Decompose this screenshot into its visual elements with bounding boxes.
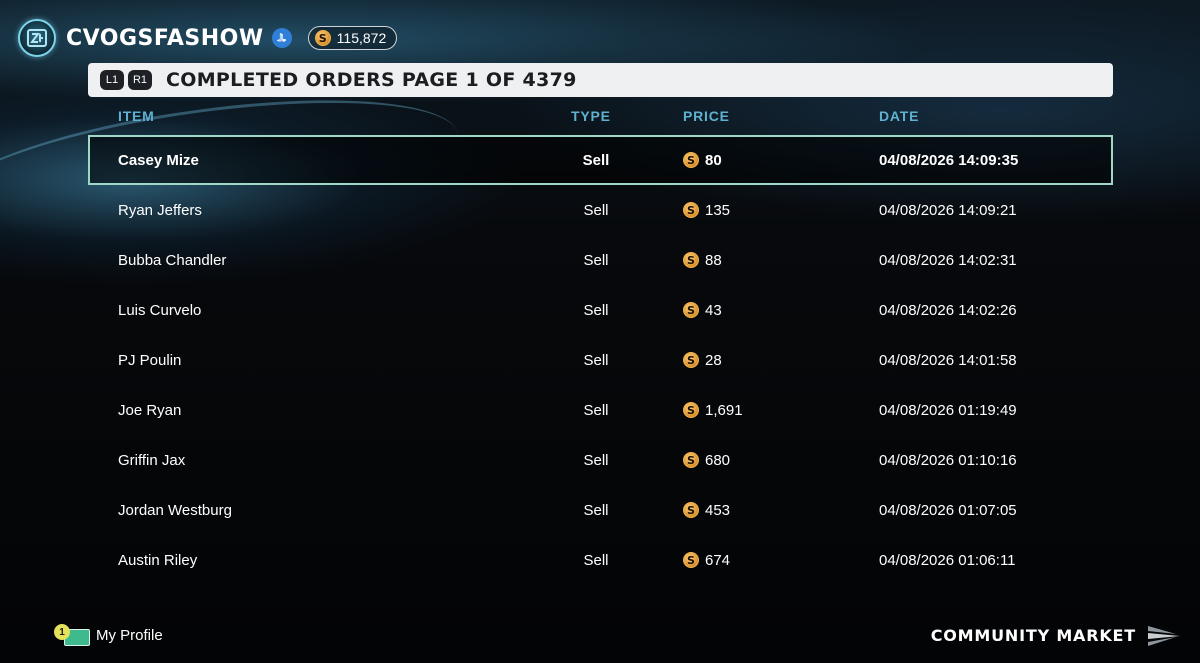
username: CVOGSFASHOW xyxy=(66,25,264,51)
community-market-header: COMMUNITY MARKET xyxy=(931,618,1182,652)
market-arrow-icon xyxy=(1148,626,1180,646)
row-price: S 135 xyxy=(683,185,730,235)
table-row[interactable]: Ryan Jeffers Sell S 135 04/08/2026 14:09:… xyxy=(88,185,1113,235)
row-item-name: Casey Mize xyxy=(118,151,199,169)
row-price: S 43 xyxy=(683,285,722,335)
title-bar: L1 R1 COMPLETED ORDERS PAGE 1 OF 4379 xyxy=(88,63,1113,97)
stubs-coin-icon: S xyxy=(683,502,699,518)
row-item-name: Bubba Chandler xyxy=(118,251,227,269)
row-price-value: 80 xyxy=(705,151,722,169)
row-order-type: Sell xyxy=(583,551,609,569)
row-order-type: Sell xyxy=(583,501,609,519)
row-date: 04/08/2026 14:02:26 xyxy=(879,301,1017,319)
row-order-type: Sell xyxy=(583,301,609,319)
row-date: 04/08/2026 01:10:16 xyxy=(879,451,1017,469)
table-row[interactable]: Griffin Jax Sell S 680 04/08/2026 01:10:1… xyxy=(88,435,1113,485)
l1-button[interactable]: L1 xyxy=(100,70,124,90)
row-order-type: Sell xyxy=(583,401,609,419)
stubs-coin-icon: S xyxy=(683,302,699,318)
row-order-type: Sell xyxy=(583,251,609,269)
row-price: S 88 xyxy=(683,235,722,285)
row-price-value: 28 xyxy=(705,351,722,369)
row-order-type: Sell xyxy=(582,151,610,169)
row-item-name: Griffin Jax xyxy=(118,451,186,469)
row-price-value: 88 xyxy=(705,251,722,269)
profile-card-icon: 1 xyxy=(54,624,90,646)
table-row[interactable]: Jordan Westburg Sell S 453 04/08/2026 01:… xyxy=(88,485,1113,535)
row-date: 04/08/2026 14:01:58 xyxy=(879,351,1017,369)
stubs-coin-icon: S xyxy=(683,402,699,418)
row-date: 04/08/2026 14:09:21 xyxy=(879,201,1017,219)
row-price-value: 680 xyxy=(705,451,731,469)
column-header-item: ITEM xyxy=(118,108,155,124)
header: CVOGSFASHOW S 115,872 xyxy=(18,18,398,58)
community-market-label: COMMUNITY MARKET xyxy=(930,625,1136,645)
row-price: S 28 xyxy=(683,335,722,385)
page-title: COMPLETED ORDERS PAGE 1 OF 4379 xyxy=(166,69,577,91)
profile-badge: 1 xyxy=(54,624,70,640)
stubs-coin-icon: S xyxy=(683,352,699,368)
column-header-price: PRICE xyxy=(683,108,730,124)
row-item-name: Luis Curvelo xyxy=(118,301,202,319)
row-price: S 1,691 xyxy=(683,385,743,435)
row-date: 04/08/2026 01:19:49 xyxy=(879,401,1017,419)
column-header-date: DATE xyxy=(879,108,920,124)
table-row[interactable]: Joe Ryan Sell S 1,691 04/08/2026 01:19:49 xyxy=(88,385,1113,435)
row-order-type: Sell xyxy=(583,201,609,219)
row-price-value: 453 xyxy=(705,501,731,519)
stubs-coin-icon: S xyxy=(314,30,331,46)
row-price: S 680 xyxy=(683,435,730,485)
row-item-name: PJ Poulin xyxy=(118,351,182,369)
stubs-coin-icon: S xyxy=(683,202,699,218)
stubs-coin-icon: S xyxy=(683,252,699,268)
table-row[interactable]: PJ Poulin Sell S 28 04/08/2026 14:01:58 xyxy=(88,335,1113,385)
row-item-name: Austin Riley xyxy=(118,551,198,569)
column-header-type: TYPE xyxy=(571,108,611,124)
table-row[interactable]: Bubba Chandler Sell S 88 04/08/2026 14:02… xyxy=(88,235,1113,285)
row-price: S 80 xyxy=(683,137,722,183)
team-logo-icon[interactable] xyxy=(18,19,56,57)
stubs-balance: S 115,872 xyxy=(307,26,398,50)
stubs-coin-icon: S xyxy=(683,552,699,568)
stubs-coin-icon: S xyxy=(683,152,699,168)
row-item-name: Ryan Jeffers xyxy=(118,201,202,219)
table-row[interactable]: Austin Riley Sell S 674 04/08/2026 01:06:… xyxy=(88,535,1113,585)
row-item-name: Joe Ryan xyxy=(118,401,182,419)
table-row[interactable]: Casey Mize Sell S 80 04/08/2026 14:09:35 xyxy=(88,135,1113,185)
row-price-value: 1,691 xyxy=(705,401,743,419)
r1-button[interactable]: R1 xyxy=(128,70,152,90)
row-order-type: Sell xyxy=(583,351,609,369)
stubs-amount: 115,872 xyxy=(336,30,387,46)
my-profile-button[interactable]: 1 My Profile xyxy=(54,624,163,646)
playstation-icon xyxy=(271,28,292,48)
row-order-type: Sell xyxy=(583,451,609,469)
row-item-name: Jordan Westburg xyxy=(118,501,232,519)
row-price-value: 674 xyxy=(705,551,731,569)
row-price-value: 43 xyxy=(705,301,722,319)
row-date: 04/08/2026 01:07:05 xyxy=(879,501,1017,519)
row-price: S 674 xyxy=(683,535,730,585)
row-date: 04/08/2026 14:02:31 xyxy=(879,251,1017,269)
my-profile-label: My Profile xyxy=(96,626,163,644)
row-price-value: 135 xyxy=(705,201,731,219)
row-date: 04/08/2026 14:09:35 xyxy=(879,151,1019,169)
row-date: 04/08/2026 01:06:11 xyxy=(879,551,1016,569)
stubs-coin-icon: S xyxy=(683,452,699,468)
row-price: S 453 xyxy=(683,485,730,535)
table-row[interactable]: Luis Curvelo Sell S 43 04/08/2026 14:02:2… xyxy=(88,285,1113,335)
